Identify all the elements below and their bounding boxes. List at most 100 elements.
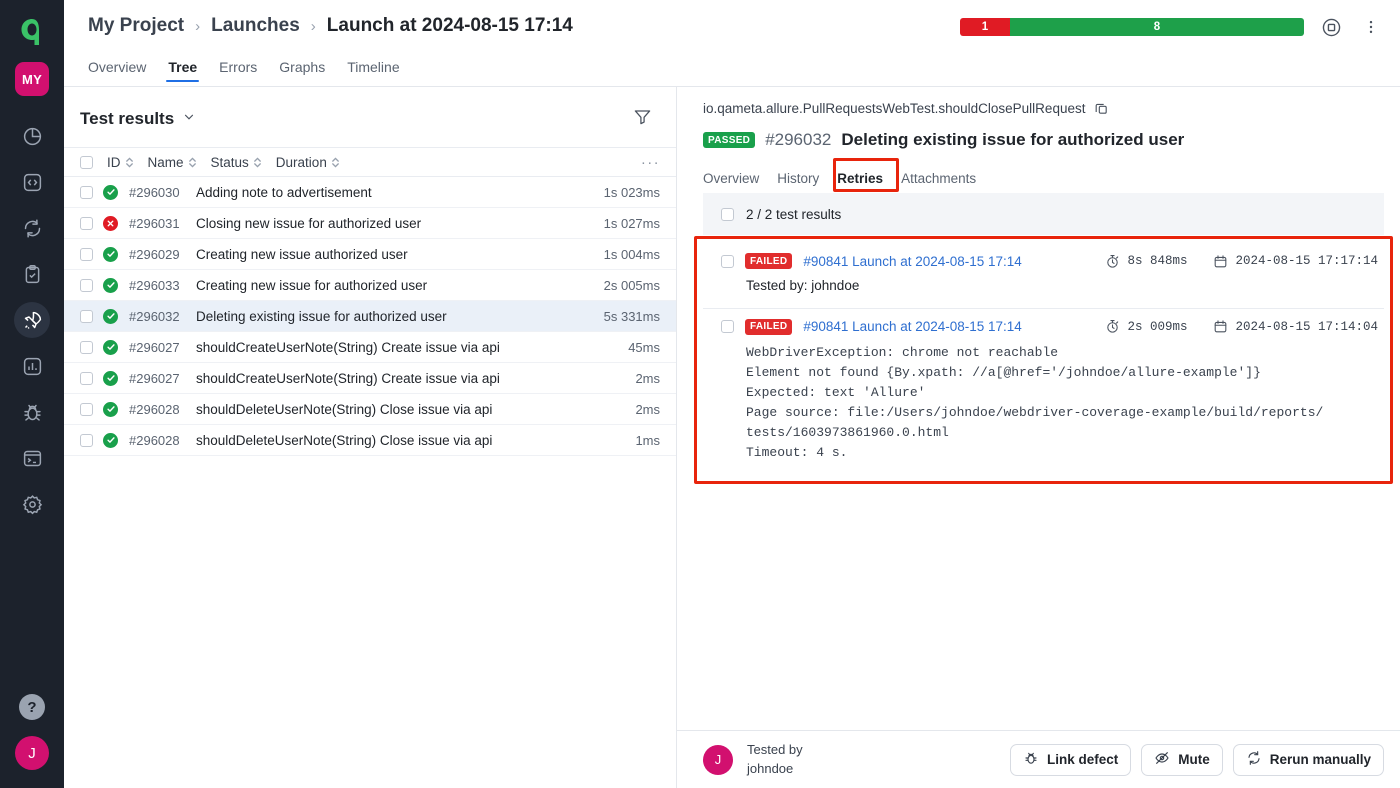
table-row[interactable]: #296032 Deleting existing issue for autho… [64,301,676,332]
breadcrumb-item-launch[interactable]: Launch at 2024-08-15 17:14 [327,15,573,37]
main-area: My Project › Launches › Launch at 2024-0… [64,0,1400,788]
button-label: Link defect [1046,752,1119,767]
table-row[interactable]: #296030 Adding note to advertisement 1s 02… [64,177,676,208]
sidebar-item-defects[interactable] [14,394,50,430]
tab-attachments[interactable]: Attachments [901,171,976,192]
rerun-manually-button[interactable]: Rerun manually [1232,743,1384,776]
row-checkbox[interactable] [80,278,93,292]
help-icon[interactable]: ? [19,694,45,720]
sidebar-item-settings[interactable] [14,486,50,522]
test-full-path-row: io.qameta.allure.PullRequestsWebTest.sho… [703,87,1384,116]
row-checkbox[interactable] [80,402,93,416]
sidebar-item-analytics[interactable] [14,348,50,384]
sort-icon[interactable] [125,156,134,169]
row-checkbox[interactable] [80,309,93,323]
status-icon-failed [103,215,118,231]
row-checkbox[interactable] [80,185,93,199]
rail-icon-list [14,118,50,522]
status-icon-passed [103,246,118,262]
tab-retries[interactable]: Retries [835,171,885,192]
row-checkbox[interactable] [80,216,93,230]
retry-header: FAILED #90841 Launch at 2024-08-15 17:14 8… [703,253,1384,269]
sidebar-item-dashboard[interactable] [14,118,50,154]
panel-title-group[interactable]: Test results [80,109,196,129]
retry-launch-link[interactable]: #90841 Launch at 2024-08-15 17:14 [803,254,1021,269]
breadcrumb-item-launches[interactable]: Launches [211,15,300,37]
retry-item[interactable]: FAILED #90841 Launch at 2024-08-15 17:14 2… [703,309,1384,476]
launch-progress-bar: 1 8 [960,18,1304,36]
row-id: #296030 [129,184,180,200]
more-vertical-icon[interactable] [1358,14,1384,40]
rail-bottom: ? J [15,694,49,788]
sidebar-item-testplan[interactable] [14,256,50,292]
retry-checkbox[interactable] [721,254,734,268]
row-duration: 2ms [635,401,660,417]
tab-timeline[interactable]: Timeline [347,59,399,82]
column-header-status[interactable]: Status [211,155,262,170]
tab-errors[interactable]: Errors [219,59,257,82]
status-badge: FAILED [745,253,793,269]
row-duration: 1s 023ms [603,184,660,200]
row-id: #296032 [129,308,180,324]
tab-overview[interactable]: Overview [703,171,759,192]
row-id: #296027 [129,339,180,355]
project-badge[interactable]: MY [15,62,49,96]
retry-checkbox[interactable] [721,320,734,334]
filter-funnel-icon[interactable] [633,107,652,131]
sort-icon[interactable] [188,156,197,169]
sidebar-item-code[interactable] [14,164,50,200]
main-tabs: Overview Tree Errors Graphs Timeline [88,52,1384,82]
tab-tree[interactable]: Tree [166,59,199,82]
row-checkbox[interactable] [80,340,93,354]
row-checkbox[interactable] [80,247,93,261]
column-header-id[interactable]: ID [107,155,134,170]
retry-duration-value: 8s 848ms [1127,254,1188,268]
table-row[interactable]: #296031 Closing new issue for authorized … [64,208,676,239]
stop-square-icon[interactable] [1318,14,1344,40]
link-defect-button[interactable]: Link defect [1009,743,1132,776]
column-header-duration[interactable]: Duration [276,155,340,170]
row-duration: 45ms [628,339,660,355]
retries-list-wrapper: FAILED #90841 Launch at 2024-08-15 17:14 8… [694,236,1393,485]
row-name: Closing new issue for authorized user [196,215,422,231]
retry-date-value: 2024-08-15 17:14:04 [1235,319,1378,334]
status-badge: PASSED [703,132,756,148]
retry-item[interactable]: FAILED #90841 Launch at 2024-08-15 17:14 8… [703,243,1384,309]
row-name: Adding note to advertisement [196,184,372,200]
table-row[interactable]: #296027 shouldCreateUserNote(String) Crea… [64,332,676,363]
mute-button[interactable]: Mute [1141,743,1223,776]
chevron-down-icon[interactable] [182,109,196,129]
status-icon-passed [103,308,118,324]
more-horizontal-icon[interactable]: ··· [641,154,660,171]
copy-icon[interactable] [1094,101,1109,116]
tree-header: Test results [64,87,676,147]
sort-icon[interactable] [253,156,262,169]
sidebar-item-console[interactable] [14,440,50,476]
table-row[interactable]: #296029 Creating new issue authorized use… [64,239,676,270]
retry-duration: 2s 009ms [1105,319,1187,334]
button-label: Mute [1178,752,1210,767]
left-rail: MY ? J [0,0,64,788]
tab-overview[interactable]: Overview [88,59,146,82]
table-row[interactable]: #296028 shouldDeleteUserNote(String) Clos… [64,394,676,425]
avatar[interactable]: J [15,736,49,770]
tab-history[interactable]: History [777,171,819,192]
breadcrumb-item-project[interactable]: My Project [88,15,184,37]
sidebar-item-launches[interactable] [14,302,50,338]
column-header-name[interactable]: Name [148,155,197,170]
row-checkbox[interactable] [80,371,93,385]
table-row[interactable]: #296033 Creating new issue for authorized… [64,270,676,301]
table-row[interactable]: #296027 shouldCreateUserNote(String) Crea… [64,363,676,394]
table-row[interactable]: #296028 shouldDeleteUserNote(String) Clos… [64,425,676,456]
sidebar-item-sync[interactable] [14,210,50,246]
row-name: shouldCreateUserNote(String) Create issu… [196,370,500,386]
detail-tabs: Overview History Retries Attachments [703,158,1384,192]
allure-logo-icon[interactable] [12,12,52,52]
select-all-checkbox[interactable] [80,155,93,169]
select-all-retries-checkbox[interactable] [721,207,734,221]
row-checkbox[interactable] [80,433,93,447]
retry-launch-link[interactable]: #90841 Launch at 2024-08-15 17:14 [803,319,1021,334]
sort-icon[interactable] [331,156,340,169]
status-icon-passed [103,432,118,448]
tab-graphs[interactable]: Graphs [279,59,325,82]
